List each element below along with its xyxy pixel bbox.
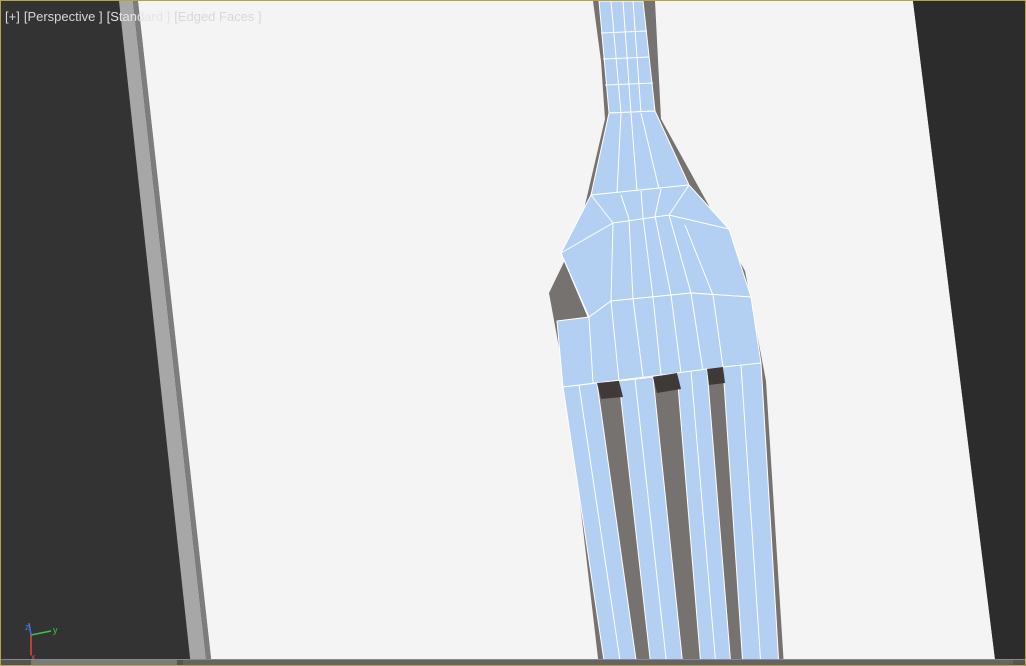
scene-canvas[interactable] <box>1 1 1026 666</box>
axis-tripod-icon: z y x <box>25 622 58 661</box>
viewport-menu-button[interactable]: [+] <box>5 9 20 25</box>
tine-gap-shadow <box>707 367 725 385</box>
viewport-label-bar: [+] [Perspective ] [Standard ] [Edged Fa… <box>5 9 262 25</box>
axis-y-label: y <box>53 625 58 635</box>
timeline-track[interactable] <box>183 660 1013 665</box>
view-label-perspective[interactable]: [Perspective ] <box>24 9 103 25</box>
tine-gap-shadow <box>597 381 623 399</box>
perspective-viewport[interactable]: [+] [Perspective ] [Standard ] [Edged Fa… <box>0 0 1026 666</box>
timeline-segment <box>31 660 177 665</box>
axis-z-label: z <box>25 622 30 632</box>
shading-label-standard[interactable]: [Standard ] <box>107 9 171 25</box>
display-label-edged-faces[interactable]: [Edged Faces ] <box>174 9 261 25</box>
viewport-bottom-bar <box>1 659 1025 665</box>
